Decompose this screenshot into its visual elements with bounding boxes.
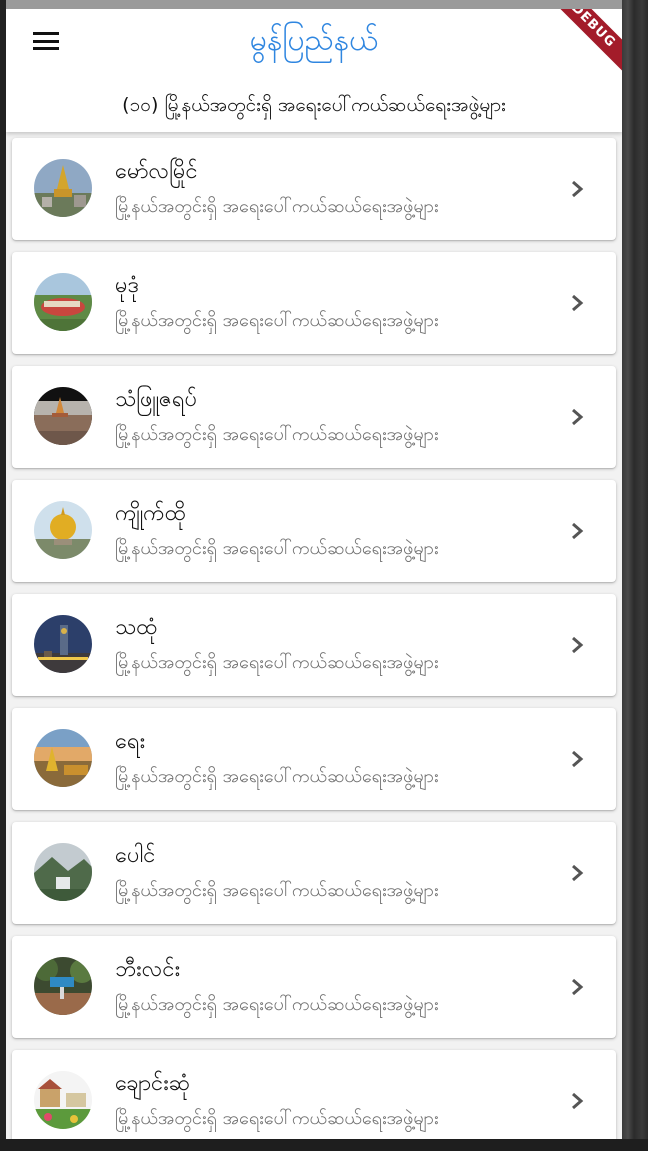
town-subtitle: မြို့နယ်အတွင်းရှိ အရေးပေါ်ကယ်ဆယ်ရေးအဖွဲ့… — [115, 310, 439, 331]
app-bar: မွန်ပြည်နယ် (၁၀) မြို့နယ်အတွင်းရှိ အရေးပ… — [6, 9, 622, 132]
chevron-right-icon — [572, 864, 584, 882]
right-bezel — [622, 0, 648, 1151]
chevron-right-icon — [572, 750, 584, 768]
chevron-right-icon — [572, 978, 584, 996]
list-item[interactable]: မော်လမြိုင် မြို့နယ်အတွင်းရှိ အရေးပေါ်ကယ… — [12, 138, 616, 240]
town-name: မုဒုံ — [115, 273, 140, 298]
town-subtitle: မြို့နယ်အတွင်းရှိ အရေးပေါ်ကယ်ဆယ်ရေးအဖွဲ့… — [115, 766, 439, 787]
town-name: ဘီးလင်း — [115, 957, 181, 982]
town-name: ချောင်းဆုံ — [115, 1071, 191, 1096]
town-subtitle: မြို့နယ်အတွင်းရှိ အရေးပေါ်ကယ်ဆယ်ရေးအဖွဲ့… — [115, 196, 439, 217]
town-name: သထုံ — [115, 615, 158, 640]
town-name: ရေး — [115, 729, 146, 754]
clock-tower-photo-icon — [34, 615, 92, 673]
town-subtitle: မြို့နယ်အတွင်းရှိ အရေးပေါ်ကယ်ဆယ်ရေးအဖွဲ့… — [115, 652, 439, 673]
chevron-right-icon — [572, 408, 584, 426]
list-item[interactable]: ချောင်းဆုံ မြို့နယ်အတွင်းရှိ အရေးပေါ်ကယ်… — [12, 1050, 616, 1139]
pagoda-hill-photo-icon — [34, 159, 92, 217]
town-subtitle: မြို့နယ်အတွင်းရှိ အရေးပေါ်ကယ်ဆယ်ရေးအဖွဲ့… — [115, 1108, 439, 1129]
list-item[interactable]: သံဖြူဇရပ် မြို့နယ်အတွင်းရှိ အရေးပေါ်ကယ်ဆ… — [12, 366, 616, 468]
river-pagoda-photo-icon — [34, 387, 92, 445]
chevron-right-icon — [572, 522, 584, 540]
app-screen: မွန်ပြည်နယ် (၁၀) မြို့နယ်အတွင်းရှိ အရေးပ… — [6, 9, 622, 1139]
chevron-right-icon — [572, 1092, 584, 1110]
reclining-buddha-photo-icon — [34, 273, 92, 331]
list-item[interactable]: ရေး မြို့နယ်အတွင်းရှိ အရေးပေါ်ကယ်ဆယ်ရေးအ… — [12, 708, 616, 810]
list-item[interactable]: ပေါင် မြို့နယ်အတွင်းရှိ အရေးပေါ်ကယ်ဆယ်ရေ… — [12, 822, 616, 924]
list-item[interactable]: ကျိုက်ထို မြို့နယ်အတွင်းရှိ အရေးပေါ်ကယ်ဆ… — [12, 480, 616, 582]
list-item[interactable]: မုဒုံ မြို့နယ်အတွင်းရှိ အရေးပေါ်ကယ်ဆယ်ရေ… — [12, 252, 616, 354]
town-subtitle: မြို့နယ်အတွင်းရှိ အရေးပေါ်ကယ်ဆယ်ရေးအဖွဲ့… — [115, 880, 439, 901]
sunset-pagoda-photo-icon — [34, 729, 92, 787]
list-item[interactable]: ဘီးလင်း မြို့နယ်အတွင်းရှိ အရေးပေါ်ကယ်ဆယ်… — [12, 936, 616, 1038]
list-item[interactable]: သထုံ မြို့နယ်အတွင်းရှိ အရေးပေါ်ကယ်ဆယ်ရေး… — [12, 594, 616, 696]
town-sign-photo-icon — [34, 957, 92, 1015]
town-name: ကျိုက်ထို — [115, 501, 186, 526]
status-bar — [6, 0, 622, 9]
chevron-right-icon — [572, 636, 584, 654]
town-subtitle: မြို့နယ်အတွင်းရှိ အရေးပေါ်ကယ်ဆယ်ရေးအဖွဲ့… — [115, 994, 439, 1015]
town-name: မော်လမြိုင် — [115, 159, 198, 184]
page-subtitle: (၁၀) မြို့နယ်အတွင်းရှိ အရေးပေါ်ကယ်ဆယ်ရေး… — [122, 94, 506, 116]
town-subtitle: မြို့နယ်အတွင်းရှိ အရေးပေါ်ကယ်ဆယ်ရေးအဖွဲ့… — [115, 538, 439, 559]
mountain-mist-photo-icon — [34, 843, 92, 901]
town-subtitle: မြို့နယ်အတွင်းရှိ အရေးပေါ်ကယ်ဆယ်ရေးအဖွဲ့… — [115, 424, 439, 445]
golden-rock-photo-icon — [34, 501, 92, 559]
village-flowers-photo-icon — [34, 1071, 92, 1129]
town-name: သံဖြူဇရပ် — [115, 387, 198, 412]
bottom-bezel — [0, 1139, 648, 1151]
chevron-right-icon — [572, 180, 584, 198]
chevron-right-icon — [572, 294, 584, 312]
device-frame: မွန်ပြည်နယ် (၁၀) မြို့နယ်အတွင်းရှိ အရေးပ… — [0, 0, 648, 1151]
town-name: ပေါင် — [115, 843, 156, 868]
page-title: မွန်ပြည်နယ် — [249, 23, 379, 58]
town-list: မော်လမြိုင် မြို့နယ်အတွင်းရှိ အရေးပေါ်ကယ… — [6, 132, 622, 1139]
